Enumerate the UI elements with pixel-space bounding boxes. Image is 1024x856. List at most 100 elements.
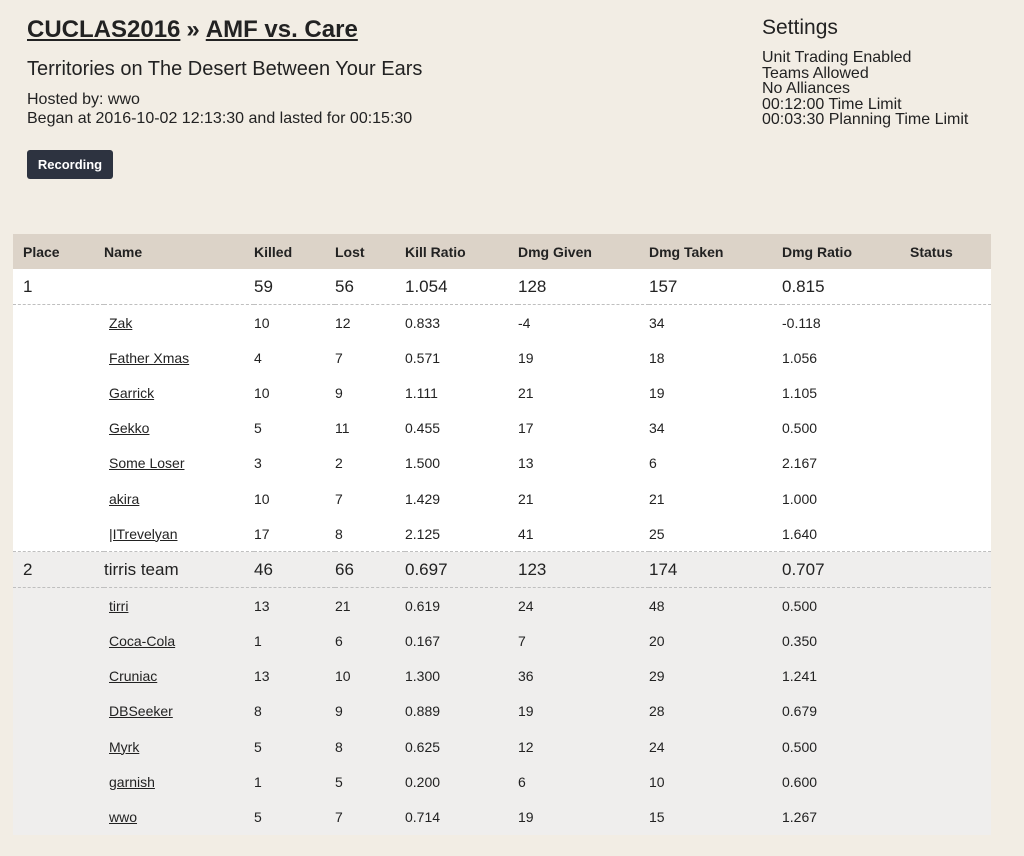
team-row: 2 tirris team 46 66 0.697 123 174 0.707 (13, 552, 991, 588)
player-link[interactable]: tirri (109, 598, 128, 614)
player-dmg-ratio: 1.000 (782, 490, 818, 507)
player-lost: 5 (335, 773, 343, 790)
player-link[interactable]: wwo (109, 809, 137, 825)
player-link[interactable]: Myrk (109, 739, 139, 755)
setting-item: Unit Trading Enabled (762, 49, 912, 66)
recording-button[interactable]: Recording (27, 150, 113, 179)
setting-item: 00:12:00 Time Limit (762, 95, 902, 113)
column-header-kill-ratio: Kill Ratio (405, 234, 518, 269)
player-killed: 10 (254, 314, 270, 331)
setting-item: No Alliances (762, 80, 851, 97)
column-header-dmg-taken: Dmg Taken (649, 234, 782, 269)
team-row: 1 59 56 1.054 128 157 0.815 (13, 269, 991, 305)
setting-item: Teams Allowed (762, 64, 869, 82)
player-kill-ratio: 0.714 (405, 809, 441, 826)
player-row: Father Xmas 4 7 0.571 19 18 1.056 (13, 340, 991, 375)
player-link[interactable]: Cruniac (109, 668, 157, 684)
team-dmg-ratio: 0.815 (782, 276, 825, 296)
player-dmg-taken: 6 (649, 455, 657, 472)
team-dmg-ratio: 0.707 (782, 559, 825, 579)
player-link[interactable]: Garrick (109, 385, 154, 401)
player-link[interactable]: Father Xmas (109, 350, 189, 366)
player-link[interactable]: Some Loser (109, 455, 184, 471)
player-dmg-taken: 34 (649, 420, 665, 437)
team-name: tirris team (104, 559, 179, 579)
player-kill-ratio: 0.571 (405, 349, 441, 366)
player-killed: 3 (254, 455, 262, 472)
match-header: CUCLAS2016» AMF vs. Care Territories on T… (27, 14, 727, 128)
player-dmg-ratio: -0.118 (782, 314, 821, 331)
player-dmg-ratio: 1.056 (782, 349, 818, 366)
game-report-page: CUCLAS2016» AMF vs. Care Territories on T… (0, 0, 1024, 856)
page-title: CUCLAS2016» AMF vs. Care (27, 14, 727, 46)
player-row: Myrk 5 8 0.625 12 24 0.500 (13, 729, 991, 764)
team-lost: 56 (335, 276, 354, 296)
breadcrumb-separator: » (186, 16, 200, 43)
player-killed: 1 (254, 633, 262, 650)
player-lost: 8 (335, 738, 343, 755)
player-dmg-ratio: 1.105 (782, 384, 818, 401)
column-header-dmg-given: Dmg Given (518, 234, 649, 269)
player-row: Coca-Cola 1 6 0.167 7 20 0.350 (13, 624, 991, 659)
player-link[interactable]: garnish (109, 774, 155, 790)
player-killed: 13 (254, 597, 270, 614)
player-dmg-given: 19 (518, 349, 534, 366)
player-link[interactable]: akira (109, 491, 139, 507)
player-dmg-ratio: 1.241 (782, 668, 818, 685)
player-row: Cruniac 13 10 1.300 36 29 1.241 (13, 659, 991, 694)
player-link[interactable]: Coca-Cola (109, 633, 175, 649)
player-kill-ratio: 1.111 (405, 384, 438, 401)
player-dmg-given: -4 (518, 314, 531, 331)
player-kill-ratio: 0.619 (405, 597, 441, 614)
player-link[interactable]: |ITrevelyan (109, 526, 177, 542)
column-header-dmg-ratio: Dmg Ratio (782, 234, 910, 269)
player-dmg-ratio: 0.350 (782, 633, 818, 650)
player-dmg-ratio: 2.167 (782, 455, 818, 472)
team-lost: 66 (335, 559, 354, 579)
player-dmg-taken: 29 (649, 668, 665, 685)
tournament-link[interactable]: CUCLAS2016 (27, 16, 180, 43)
column-header-lost: Lost (335, 234, 405, 269)
team-place: 1 (23, 276, 33, 296)
player-lost: 10 (335, 668, 351, 685)
team-kill-ratio: 1.054 (405, 276, 448, 296)
player-dmg-given: 17 (518, 420, 534, 437)
player-dmg-given: 21 (518, 384, 534, 401)
player-kill-ratio: 0.889 (405, 703, 441, 720)
column-header-status: Status (910, 234, 991, 269)
player-lost: 2 (335, 455, 343, 472)
player-dmg-given: 24 (518, 597, 534, 614)
player-kill-ratio: 0.625 (405, 738, 441, 755)
player-kill-ratio: 1.500 (405, 455, 441, 472)
team-killed: 59 (254, 276, 273, 296)
column-header-killed: Killed (254, 234, 335, 269)
player-killed: 5 (254, 809, 262, 826)
player-dmg-given: 41 (518, 525, 534, 542)
column-header-name: Name (104, 234, 254, 269)
map-subtitle: Territories on The Desert Between Your E… (27, 58, 423, 80)
player-kill-ratio: 1.300 (405, 668, 441, 685)
player-kill-ratio: 2.125 (405, 525, 441, 542)
player-dmg-given: 12 (518, 738, 534, 755)
player-link[interactable]: Gekko (109, 420, 149, 436)
settings-panel: Settings Unit Trading Enabled Teams Allo… (762, 14, 1012, 128)
player-link[interactable]: DBSeeker (109, 703, 173, 719)
began-at-text: Began at 2016-10-02 12:13:30 and lasted … (27, 110, 413, 127)
player-dmg-ratio: 0.500 (782, 597, 818, 614)
settings-list: Unit Trading Enabled Teams Allowed No Al… (762, 50, 1012, 128)
player-dmg-taken: 21 (649, 490, 665, 507)
player-dmg-ratio: 1.267 (782, 809, 818, 826)
player-dmg-taken: 24 (649, 738, 665, 755)
team-group: 1 59 56 1.054 128 157 0.815 Zak 10 1 2 0.… (13, 269, 991, 552)
player-killed: 4 (254, 349, 262, 366)
player-dmg-given: 36 (518, 668, 534, 685)
match-link[interactable]: AMF vs. Care (206, 16, 358, 43)
team-dmg-given: 123 (518, 559, 547, 579)
player-link[interactable]: Zak (109, 315, 132, 331)
team-group: 2 tirris team 46 66 0.697 123 174 0.707 … (13, 551, 991, 835)
player-killed: 5 (254, 738, 262, 755)
team-dmg-given: 128 (518, 276, 547, 296)
setting-item: 00:03:30 Planning Time Limit (762, 111, 969, 128)
player-dmg-ratio: 0.600 (782, 773, 818, 790)
player-killed: 1 (254, 773, 262, 790)
